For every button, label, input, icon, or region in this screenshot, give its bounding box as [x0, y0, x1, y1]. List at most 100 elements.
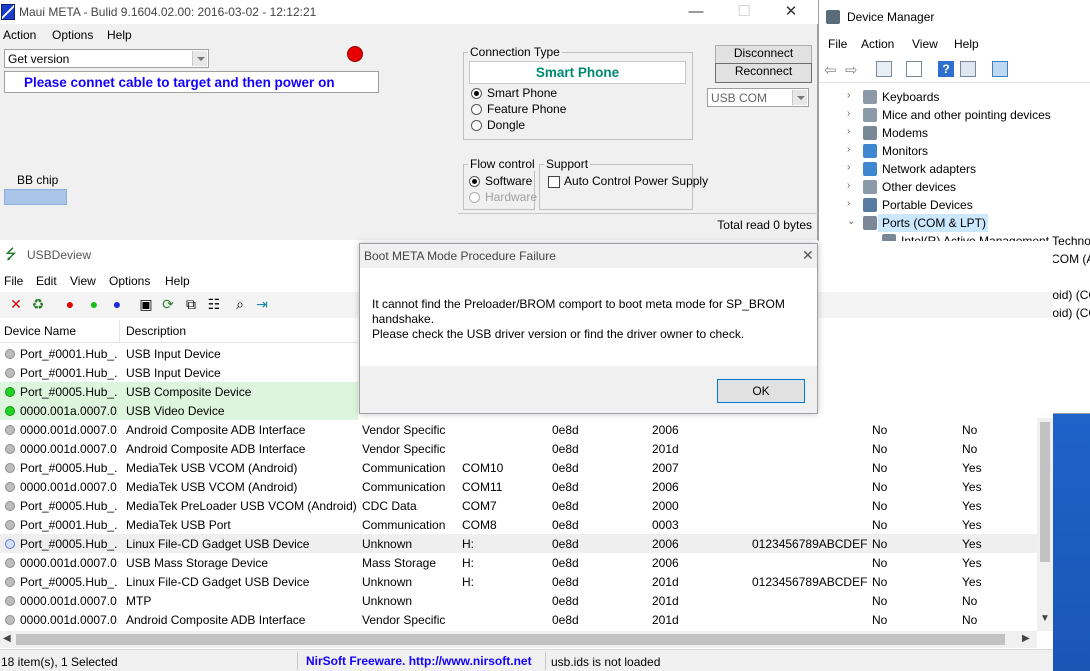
table-row[interactable]: 0000.001d.0007.0... Android Composite ADB… — [0, 420, 1037, 439]
radio-flow-software[interactable] — [469, 176, 480, 187]
tree-item[interactable]: › Modems — [819, 124, 1090, 142]
cell-c8: No — [872, 594, 888, 608]
table-row[interactable]: 0000.001d.0007.0... MediaTek USB VCOM (An… — [0, 477, 1037, 496]
save-icon[interactable]: ▣ — [138, 296, 154, 312]
cell-type: Unknown — [362, 594, 413, 608]
radio-flow-software-label[interactable]: Software — [485, 174, 532, 188]
usb-menu-file[interactable]: File — [4, 274, 23, 288]
col-description[interactable]: Description — [126, 324, 186, 338]
usb-menu-options[interactable]: Options — [109, 274, 150, 288]
properties-icon[interactable]: ☷ — [206, 296, 222, 312]
help-icon[interactable]: ? — [938, 61, 954, 77]
uninstall-icon[interactable]: ✕ — [8, 296, 24, 312]
cell-name: Port_#0001.Hub_... — [20, 347, 118, 361]
radio-feature-phone-label[interactable]: Feature Phone — [487, 102, 566, 116]
refresh-icon[interactable]: ⟳ — [160, 296, 176, 312]
dm-menu-view[interactable]: View — [912, 37, 938, 51]
table-row[interactable]: Port_#0001.Hub_... USB Input Device — [0, 344, 358, 363]
auto-power-supply-checkbox[interactable] — [548, 176, 560, 188]
scroll-thumb[interactable] — [16, 634, 1005, 645]
red-dot-icon[interactable]: ● — [62, 296, 78, 312]
menu-help[interactable]: Help — [107, 28, 132, 42]
green-dot-icon[interactable]: ● — [86, 296, 102, 312]
tree-item[interactable]: › Mice and other pointing devices — [819, 106, 1090, 124]
recycle-icon[interactable]: ♻ — [30, 296, 46, 312]
col-device-name[interactable]: Device Name — [4, 324, 76, 338]
scroll-right-icon[interactable]: ▶ — [1022, 633, 1030, 644]
properties-icon[interactable] — [876, 61, 892, 77]
radio-dongle[interactable] — [471, 120, 482, 131]
monitor-icon[interactable] — [992, 61, 1008, 77]
cell-c9: Yes — [962, 556, 982, 570]
chevron-down-icon[interactable] — [192, 51, 207, 66]
chevron-down-icon[interactable] — [792, 90, 807, 105]
table-row[interactable]: Port_#0005.Hub_... MediaTek USB VCOM (And… — [0, 458, 1037, 477]
blue-dot-icon[interactable]: ● — [109, 296, 125, 312]
table-row[interactable]: Port_#0005.Hub_... USB Composite Device — [0, 382, 358, 401]
usb-vertical-scrollbar[interactable]: ▼ — [1037, 418, 1053, 631]
tree-item[interactable]: › Network adapters — [819, 160, 1090, 178]
radio-feature-phone[interactable] — [471, 104, 482, 115]
maui-title-bar[interactable]: Maui META - Bulid 9.1604.02.00: 2016-03-… — [0, 0, 818, 24]
tree-item[interactable]: › Keyboards — [819, 88, 1090, 106]
scroll-thumb[interactable] — [1040, 422, 1050, 562]
auto-power-supply-label[interactable]: Auto Control Power Supply — [564, 174, 708, 188]
exit-icon[interactable]: ⇥ — [254, 296, 270, 312]
table-row[interactable]: Port_#0005.Hub_... Linux File-CD Gadget U… — [0, 572, 1037, 591]
ok-button[interactable]: OK — [717, 379, 805, 403]
chevron-right-icon[interactable]: › — [847, 198, 857, 209]
column-divider[interactable] — [119, 320, 120, 343]
radio-smart-phone-label[interactable]: Smart Phone — [487, 86, 557, 100]
chevron-right-icon[interactable]: › — [847, 180, 857, 191]
table-row[interactable]: 0000.001d.0007.0... MTP Unknown 0e8d 201d No N… — [0, 591, 1037, 610]
chevron-down-icon[interactable]: ⌄ — [847, 216, 857, 227]
tree-item[interactable]: › Monitors — [819, 142, 1090, 160]
table-row[interactable]: 0000.001a.0007.0... USB Video Device — [0, 401, 358, 420]
dm-menu-file[interactable]: File — [828, 37, 847, 51]
close-icon[interactable]: ✕ — [778, 2, 804, 22]
table-row[interactable]: Port_#0005.Hub_... Linux File-CD Gadget U… — [0, 534, 1037, 553]
scan-icon[interactable] — [906, 61, 922, 77]
dm-menu-help[interactable]: Help — [954, 37, 979, 51]
version-combo[interactable]: Get version — [4, 49, 209, 68]
menu-action[interactable]: Action — [3, 28, 36, 42]
minimize-icon[interactable]: — — [683, 2, 709, 22]
forward-arrow-icon[interactable]: ⇨ — [845, 61, 861, 79]
tree-item[interactable]: › Portable Devices — [819, 196, 1090, 214]
chevron-right-icon[interactable]: › — [847, 144, 857, 155]
disconnect-button[interactable]: Disconnect — [715, 45, 812, 64]
scroll-left-icon[interactable]: ◀ — [3, 633, 11, 644]
chevron-right-icon[interactable]: › — [847, 126, 857, 137]
nirsoft-link[interactable]: NirSoft Freeware. http://www.nirsoft.net — [306, 654, 532, 668]
radio-dongle-label[interactable]: Dongle — [487, 118, 525, 132]
cell-type: Mass Storage — [362, 556, 437, 570]
chevron-right-icon[interactable]: › — [847, 108, 857, 119]
scroll-down-icon[interactable]: ▼ — [1040, 613, 1050, 624]
table-row[interactable]: 0000.001d.0007.0... USB Mass Storage Devi… — [0, 553, 1037, 572]
table-row[interactable]: 0000.001d.0007.0... Android Composite ADB… — [0, 610, 1037, 629]
menu-options[interactable]: Options — [52, 28, 93, 42]
usb-horizontal-scrollbar[interactable]: ◀ ▶ — [0, 631, 1037, 648]
find-icon[interactable]: ⌕ — [232, 296, 248, 312]
back-arrow-icon[interactable]: ⇦ — [824, 61, 840, 79]
tree-item[interactable]: › Other devices — [819, 178, 1090, 196]
usb-menu-edit[interactable]: Edit — [36, 274, 57, 288]
close-icon[interactable]: ✕ — [802, 247, 814, 264]
dm-menu-action[interactable]: Action — [861, 37, 894, 51]
radio-smart-phone[interactable] — [471, 88, 482, 99]
port-combo[interactable]: USB COM — [707, 88, 809, 107]
table-row[interactable]: Port_#0005.Hub_... MediaTek PreLoader USB… — [0, 496, 1037, 515]
table-row[interactable]: 0000.001d.0007.0... Android Composite ADB… — [0, 439, 1037, 458]
tree-item[interactable]: ⌄ Ports (COM & LPT) — [847, 214, 988, 232]
unknown-device-icon — [863, 180, 877, 194]
table-row[interactable]: Port_#0001.Hub_... USB Input Device — [0, 363, 358, 382]
copy-icon[interactable]: ⧉ — [183, 296, 199, 312]
chevron-right-icon[interactable]: › — [847, 162, 857, 173]
usb-menu-view[interactable]: View — [70, 274, 96, 288]
device-manager-title-bar[interactable]: Device Manager — [819, 0, 1090, 32]
chevron-right-icon[interactable]: › — [847, 90, 857, 101]
table-row[interactable]: Port_#0001.Hub_... MediaTek USB Port Commu… — [0, 515, 1037, 534]
update-driver-icon[interactable] — [960, 61, 976, 77]
usb-menu-help[interactable]: Help — [165, 274, 190, 288]
reconnect-button[interactable]: Reconnect — [715, 63, 812, 83]
